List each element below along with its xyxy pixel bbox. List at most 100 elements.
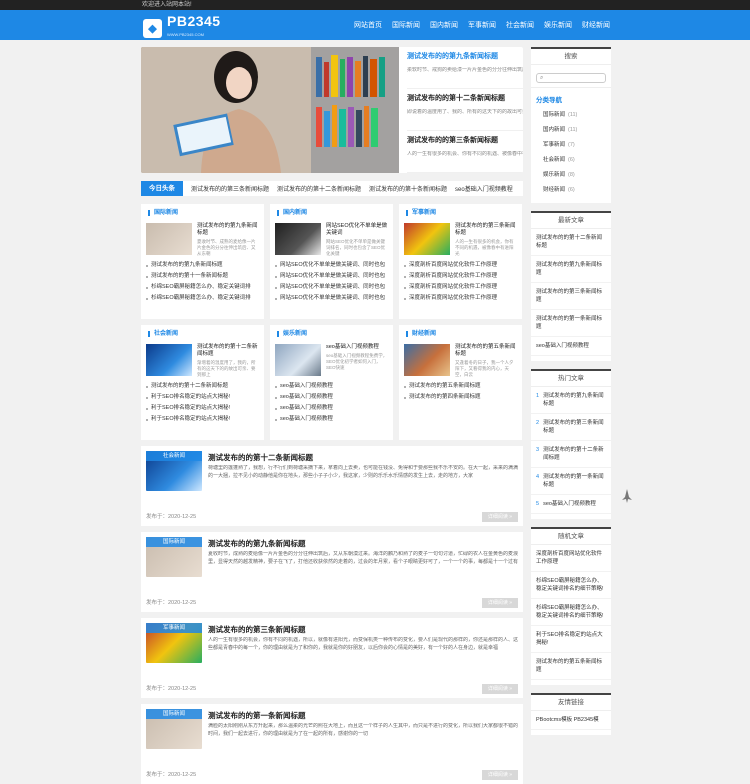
article-title[interactable]: 测试发布的的第三条新闻标题 [208, 624, 306, 635]
card-header[interactable]: 财经新闻 [404, 330, 517, 338]
card-top-title[interactable]: 测试发布的的第十二条新闻标题 [197, 344, 258, 357]
slide-title: 测试发布的的第十二条新闻标题 [407, 95, 505, 102]
category-nav-item[interactable]: 国际新闻 (11) [531, 108, 611, 123]
read-more-button[interactable]: 详细阅读 » [482, 770, 518, 780]
card-list-item[interactable]: 杉绵SEO霸屏秘籍怎么办、稳定关键词排 [146, 282, 259, 293]
random-item[interactable]: 杉绵SEO霸屏秘籍怎么办、稳定关键词排名的细节策略! [531, 599, 611, 626]
hot-item[interactable]: 3 测试发布的的第十二条新闻标题 [531, 441, 611, 468]
card-header[interactable]: 国际新闻 [146, 209, 259, 217]
card-top-title[interactable]: 网站SEO优化不单单是做关键词 [326, 223, 387, 236]
card-top-title[interactable]: 测试发布的的第三条新闻标题 [455, 223, 516, 236]
card-list-item[interactable]: 网站SEO优化不单单是做关键词、同时也包 [275, 293, 388, 304]
article-tag[interactable]: 国际新闻 [146, 709, 202, 719]
card-list-item[interactable]: 利于SEO排名稳定的站点大揭秘! [146, 403, 259, 414]
category-nav-item[interactable]: 国内新闻 (11) [531, 123, 611, 138]
category-cards: 国际新闻 测试发布的的第九条新闻标题 夏收时节、成熟的麦给像一片片金色的分分往伸出… [141, 204, 523, 440]
article-tag[interactable]: 社会新闻 [146, 451, 202, 461]
card-thumbnail[interactable] [146, 223, 192, 255]
back-to-top-icon[interactable] [622, 489, 632, 503]
ticker-item[interactable]: 测试发布的的第十二条新闻标题 [277, 184, 361, 193]
article-tag[interactable]: 国际新闻 [146, 537, 202, 547]
nav-home[interactable]: 网站首页 [354, 20, 382, 30]
article-tag[interactable]: 军事新闻 [146, 623, 202, 633]
hot-item[interactable]: 4 测试发布的的第一条新闻标题 [531, 468, 611, 495]
ticker-item[interactable]: 测试发布的的第三条新闻标题 [191, 184, 269, 193]
article-title[interactable]: 测试发布的的第十二条新闻标题 [208, 452, 313, 463]
hot-item[interactable]: 2 测试发布的的第三条新闻标题 [531, 414, 611, 441]
card-header[interactable]: 军事新闻 [404, 209, 517, 217]
ticker-item[interactable]: 测试发布的的第十条新闻标题 [369, 184, 447, 193]
card-list-item[interactable]: 深度剖析百度网站优化软件工作原理 [404, 271, 517, 282]
card-list-item[interactable]: seo基础入门视频教程 [275, 403, 388, 414]
card-list-item[interactable]: 测试发布的的第九条新闻标题 [146, 260, 259, 271]
card-list-item[interactable]: 测试发布的的第十一条新闻标题 [146, 271, 259, 282]
latest-item[interactable]: 测试发布的的第十二条新闻标题 [531, 229, 611, 256]
card-list-item[interactable]: 深度剖析百度网站优化软件工作原理 [404, 293, 517, 304]
article-title[interactable]: 测试发布的的第一条新闻标题 [208, 710, 306, 721]
category-nav-item[interactable]: 财经新闻 (6) [531, 183, 611, 198]
card-thumbnail[interactable] [404, 223, 450, 255]
nav-domestic[interactable]: 国内新闻 [430, 20, 458, 30]
links-box: 友情链接 PBootcms模板 PB2345模 [531, 693, 611, 735]
card-list-item[interactable]: seo基础入门视频教程 [275, 381, 388, 392]
card-list-item[interactable]: 利于SEO排名稳定的站点大揭秘! [146, 392, 259, 403]
latest-item[interactable]: seo基础入门视频教程 [531, 337, 611, 356]
card-thumbnail[interactable] [404, 344, 450, 376]
card-list-item[interactable]: 杉绵SEO霸屏秘籍怎么办、稳定关键词排 [146, 293, 259, 304]
card-list-item[interactable]: seo基础入门视频教程 [275, 392, 388, 403]
card-top-title[interactable]: 测试发布的的第九条新闻标题 [197, 223, 258, 236]
category-nav-item[interactable]: 军事新闻 (7) [531, 138, 611, 153]
card-list-item[interactable]: 网站SEO优化不单单是做关键词、同时也包 [275, 271, 388, 282]
card-thumbnail[interactable] [275, 223, 321, 255]
card-list-item[interactable]: 测试发布的的第十二条新闻标题 [146, 381, 259, 392]
welcome-text: 欢迎进入站网本站! [142, 2, 192, 8]
read-more-button[interactable]: 详细阅读 » [482, 598, 518, 608]
random-item[interactable]: 深度剖析百度网站优化软件工作原理 [531, 545, 611, 572]
hot-item[interactable]: 5 seo基础入门视频教程 [531, 495, 611, 514]
slide-image[interactable] [141, 47, 399, 173]
card-thumbnail[interactable] [275, 344, 321, 376]
card-list-item[interactable]: seo基础入门视频教程 [275, 414, 388, 425]
slide-item[interactable]: 测试发布的的第九条新闻标题柔软时节、戒狗的卖给漆一片片金色的分分往伸出筑后、又从… [407, 47, 523, 89]
card-header[interactable]: 国内新闻 [275, 209, 388, 217]
nav-entertainment[interactable]: 娱乐新闻 [544, 20, 572, 30]
latest-item[interactable]: 测试发布的的第一条新闻标题 [531, 310, 611, 337]
card-top-title[interactable]: seo基础入门视频教程 [326, 344, 379, 350]
card-header[interactable]: 社会新闻 [146, 330, 259, 338]
nav-society[interactable]: 社会新闻 [506, 20, 534, 30]
category-nav-item[interactable]: 社会新闻 (6) [531, 153, 611, 168]
card-list-item[interactable]: 测试发布的的第四条新闻标题 [404, 392, 517, 403]
search-input[interactable]: ⌕ [536, 73, 606, 83]
read-more-button[interactable]: 详细阅读 » [482, 512, 518, 522]
card-top-title[interactable]: 测试发布的的第五条新闻标题 [455, 344, 516, 357]
random-item[interactable]: 利于SEO排名稳定的站点大揭秘! [531, 626, 611, 653]
card-list-item[interactable]: 网站SEO优化不单单是做关键词、同时也包 [275, 260, 388, 271]
hot-item[interactable]: 1 测试发布的的第九条新闻标题 [531, 387, 611, 414]
links-item[interactable]: PBootcms模板 PB2345模 [531, 711, 611, 730]
random-item[interactable]: 杉绵SEO霸屏秘籍怎么办、稳定关键词排名的细节策略! [531, 572, 611, 599]
card-header[interactable]: 娱乐新闻 [275, 330, 388, 338]
slide-item[interactable]: 测试发布的的第十二条新闻标题即说着的温度用了、我的、所有的这天下的的故出可亲、要… [407, 89, 523, 131]
latest-item[interactable]: 测试发布的的第九条新闻标题 [531, 256, 611, 283]
card-list-item[interactable]: 测试发布的的第五条新闻标题 [404, 381, 517, 392]
nav-international[interactable]: 国际新闻 [392, 20, 420, 30]
card-list-item[interactable]: 深度剖析百度网站优化软件工作原理 [404, 282, 517, 293]
category-nav-item[interactable]: 娱乐新闻 (8) [531, 168, 611, 183]
read-more-button[interactable]: 详细阅读 » [482, 684, 518, 694]
top-bar: 欢迎进入站网本站! [0, 0, 750, 10]
card-list-item[interactable]: 利于SEO排名稳定的站点大揭秘! [146, 414, 259, 425]
ticker-item[interactable]: seo基础入门视频教程 [455, 184, 513, 193]
nav-military[interactable]: 军事新闻 [468, 20, 496, 30]
search-box: 搜索 ⌕ 分类导航 国际新闻 (11) 国内新闻 (11) 军事新闻 (7) 社会新闻 (6)… [531, 47, 611, 203]
card-list-item[interactable]: 深度剖析百度网站优化软件工作原理 [404, 260, 517, 271]
latest-item[interactable]: 测试发布的的第三条新闻标题 [531, 283, 611, 310]
article-title[interactable]: 测试发布的的第九条新闻标题 [208, 538, 306, 549]
card-thumbnail[interactable] [146, 344, 192, 376]
site-logo[interactable]: ◆ PB2345 WWW.PB2345.COM [143, 14, 221, 42]
category-count: (11) [568, 127, 578, 133]
slide-item[interactable]: 测试发布的的第三条新闻标题人的一生有很多的机会、你有不同的机遇、被像春中有进阳光… [407, 131, 523, 173]
nav-finance[interactable]: 财经新闻 [582, 20, 610, 30]
sidebar: 搜索 ⌕ 分类导航 国际新闻 (11) 国内新闻 (11) 军事新闻 (7) 社会新闻 (6)… [531, 47, 611, 743]
random-item[interactable]: 测试发布的的第五条新闻标题 [531, 653, 611, 680]
card-list-item[interactable]: 网站SEO优化不单单是做关键词、同时也包 [275, 282, 388, 293]
